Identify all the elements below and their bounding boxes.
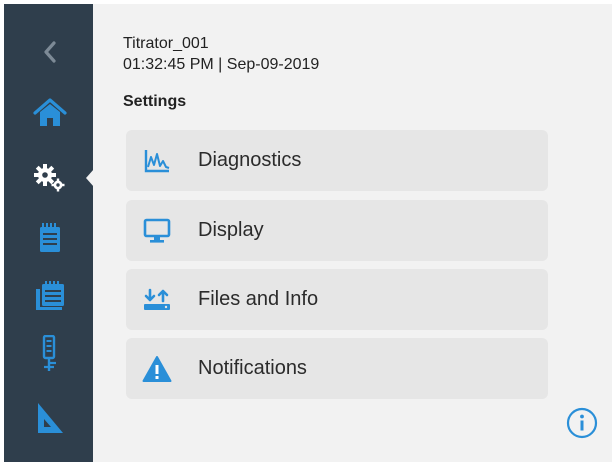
device-name: Titrator_001 [123,35,209,52]
nav-results[interactable] [30,276,70,316]
nav-home[interactable] [30,93,70,133]
menu-item-files-and-info[interactable]: Files and Info [126,269,548,330]
section-title: Settings [123,93,187,110]
menu-item-diagnostics[interactable]: Diagnostics [126,130,548,191]
main-content: Titrator_001 01:32:45 PM | Sep-09-2019 S… [93,4,612,462]
nav-settings[interactable] [30,158,70,198]
menu-item-display[interactable]: Display [126,200,548,261]
nav-methods[interactable] [30,218,70,258]
gears-icon [34,164,65,192]
app-frame: Titrator_001 01:32:45 PM | Sep-09-2019 S… [4,4,612,462]
menu-item-label: Notifications [198,357,307,379]
home-icon [33,98,67,126]
chevron-left-icon [44,41,56,63]
chart-icon [140,144,174,178]
sidebar [4,4,94,462]
info-button[interactable] [566,407,598,439]
info-icon [566,407,598,439]
warning-icon [140,352,174,386]
transfer-icon [140,283,174,317]
nav-calibration[interactable] [30,398,70,438]
menu-item-label: Files and Info [198,288,319,310]
menu-item-notifications[interactable]: Notifications [126,338,548,399]
notepad-icon [40,223,60,252]
menu-item-label: Diagnostics [198,149,302,171]
monitor-icon [140,214,174,248]
ruler-triangle-icon [38,403,63,433]
datetime: 01:32:45 PM | Sep-09-2019 [123,56,320,73]
folders-icon [36,281,64,310]
nav-sensors[interactable] [30,334,70,374]
electrode-icon [42,335,56,371]
menu-item-label: Display [198,219,264,241]
back-button[interactable] [30,32,70,72]
